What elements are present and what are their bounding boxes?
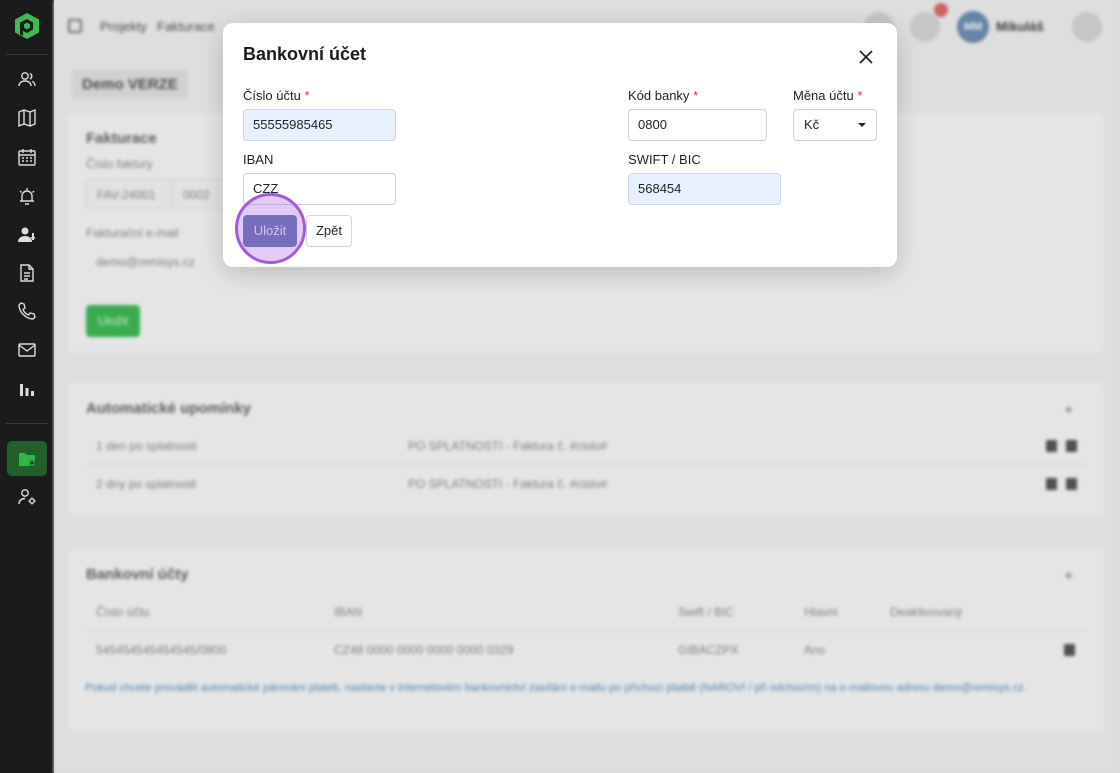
iban-label: IBAN	[243, 152, 274, 167]
close-icon[interactable]	[856, 47, 876, 67]
user-settings-icon[interactable]	[17, 487, 37, 507]
bank-code-input[interactable]: 0800	[628, 109, 767, 141]
required-mark: *	[693, 88, 699, 103]
swift-input[interactable]: 568454	[628, 173, 781, 205]
account-number-input[interactable]: 55555985465	[243, 109, 396, 141]
bank-account-dialog: Bankovní účet Číslo účtu * 55555985465 K…	[223, 23, 897, 267]
required-mark: *	[857, 88, 863, 103]
folder-icon[interactable]	[17, 449, 37, 469]
dialog-title: Bankovní účet	[243, 44, 367, 64]
sidebar-divider	[6, 54, 48, 55]
sidebar-divider	[6, 423, 48, 424]
currency-value: Kč	[804, 117, 820, 132]
caret-down-icon	[858, 123, 866, 127]
map-icon[interactable]	[17, 108, 37, 128]
currency-select[interactable]: Kč	[793, 109, 877, 141]
sidebar	[0, 0, 54, 773]
chart-icon[interactable]	[17, 379, 37, 399]
users-icon[interactable]	[17, 69, 37, 89]
label-text: Měna účtu	[793, 88, 854, 103]
bank-code-label: Kód banky *	[628, 88, 698, 103]
swift-label: SWIFT / BIC	[628, 152, 701, 167]
phone-icon[interactable]	[17, 301, 37, 321]
logo-icon[interactable]	[14, 12, 40, 40]
required-mark: *	[304, 88, 310, 103]
mail-icon[interactable]	[17, 340, 37, 360]
calendar-icon[interactable]	[17, 147, 37, 167]
click-indicator	[235, 193, 306, 264]
label-text: Kód banky	[628, 88, 690, 103]
user-key-icon[interactable]	[17, 225, 37, 245]
label-text: Číslo účtu	[243, 88, 301, 103]
back-button[interactable]: Zpět	[306, 215, 352, 247]
alarm-icon[interactable]	[17, 186, 37, 206]
currency-label: Měna účtu *	[793, 88, 862, 103]
document-icon[interactable]	[17, 263, 37, 283]
account-number-label: Číslo účtu *	[243, 88, 310, 103]
